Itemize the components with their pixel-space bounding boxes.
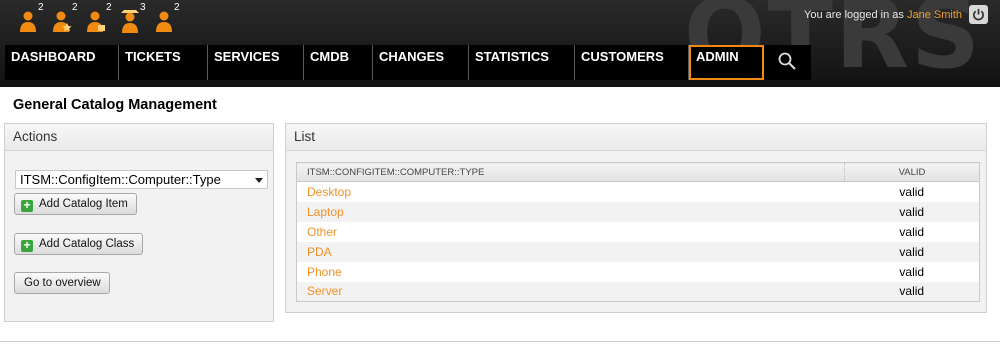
user-star-icon[interactable] [52,8,72,34]
user-icon[interactable] [154,8,174,34]
list-panel: List ITSM::CONFIGITEM::COMPUTER::TYPE VA… [285,123,987,313]
list-header: List [286,124,986,151]
catalog-item-link[interactable]: Phone [297,262,845,282]
valid-cell: valid [844,201,980,222]
table-row: Laptop valid [296,201,980,222]
toolbar-count: 2 [72,2,78,13]
catalog-item-link[interactable]: Server [296,281,845,302]
catalog-item-link[interactable]: Laptop [296,201,845,222]
actions-header: Actions [5,124,273,151]
nav-services[interactable]: SERVICES [208,45,304,80]
table-row: Desktop valid [297,182,980,202]
user-lock-icon[interactable] [86,8,106,34]
catalog-table: ITSM::CONFIGITEM::COMPUTER::TYPE VALID D… [296,162,980,302]
add-catalog-class-button[interactable]: + Add Catalog Class [14,233,144,255]
chevron-down-icon [255,178,263,183]
column-header-name[interactable]: ITSM::CONFIGITEM::COMPUTER::TYPE [296,162,845,182]
login-info: You are logged in as Jane Smith [804,9,962,21]
catalog-class-select[interactable]: ITSM::ConfigItem::Computer::Type [15,170,268,189]
add-catalog-class-label: Add Catalog Class [39,238,135,250]
table-row: PDA valid [296,241,980,262]
table-row: Server valid [296,281,980,302]
nav-statistics[interactable]: STATISTICS [469,45,575,80]
table-row: Other valid [297,222,980,242]
go-to-overview-button[interactable]: Go to overview [14,272,110,294]
valid-cell: valid [844,281,980,302]
catalog-item-link[interactable]: PDA [296,241,845,262]
plus-icon: + [21,239,33,252]
catalog-item-link[interactable]: Desktop [297,182,845,202]
plus-icon: + [21,199,33,212]
page-title: General Catalog Management [13,97,217,113]
nav-dashboard[interactable]: DASHBOARD [5,45,119,80]
column-header-valid[interactable]: VALID [844,162,980,182]
login-prefix: You are logged in as [804,9,904,21]
footer-divider [0,341,1000,342]
nav-admin[interactable]: ADMIN [689,45,764,80]
search-icon[interactable] [777,51,799,73]
toolbar-count: 2 [38,2,44,13]
toolbar-count: 2 [174,2,180,13]
header: OTRS 2 2 2 3 2 You are logged in as Jane… [0,0,1000,87]
nav-customers[interactable]: CUSTOMERS [575,45,689,80]
valid-cell: valid [899,264,925,279]
user-alert-icon[interactable] [120,8,140,34]
actions-panel: Actions ITSM::ConfigItem::Computer::Type… [4,123,274,322]
toolbar-count: 3 [140,2,146,13]
logout-button[interactable] [969,5,988,24]
add-catalog-item-button[interactable]: + Add Catalog Item [14,193,137,215]
user-name-link[interactable]: Jane Smith [907,9,962,21]
user-icon[interactable] [18,8,38,34]
catalog-item-link[interactable]: Other [297,222,845,242]
valid-cell: valid [899,184,925,199]
nav-cmdb[interactable]: CMDB [304,45,373,80]
catalog-class-value: ITSM::ConfigItem::Computer::Type [20,172,221,187]
nav-changes[interactable]: CHANGES [373,45,469,80]
main-nav: DASHBOARD TICKETS SERVICES CMDB CHANGES … [5,45,811,80]
nav-tickets[interactable]: TICKETS [119,45,208,80]
table-row: Phone valid [297,262,980,282]
toolbar-count: 2 [106,2,112,13]
add-catalog-item-label: Add Catalog Item [39,198,128,210]
valid-cell: valid [844,241,980,262]
table-header-row: ITSM::CONFIGITEM::COMPUTER::TYPE VALID [296,162,980,182]
power-icon [973,8,984,21]
valid-cell: valid [899,224,925,239]
